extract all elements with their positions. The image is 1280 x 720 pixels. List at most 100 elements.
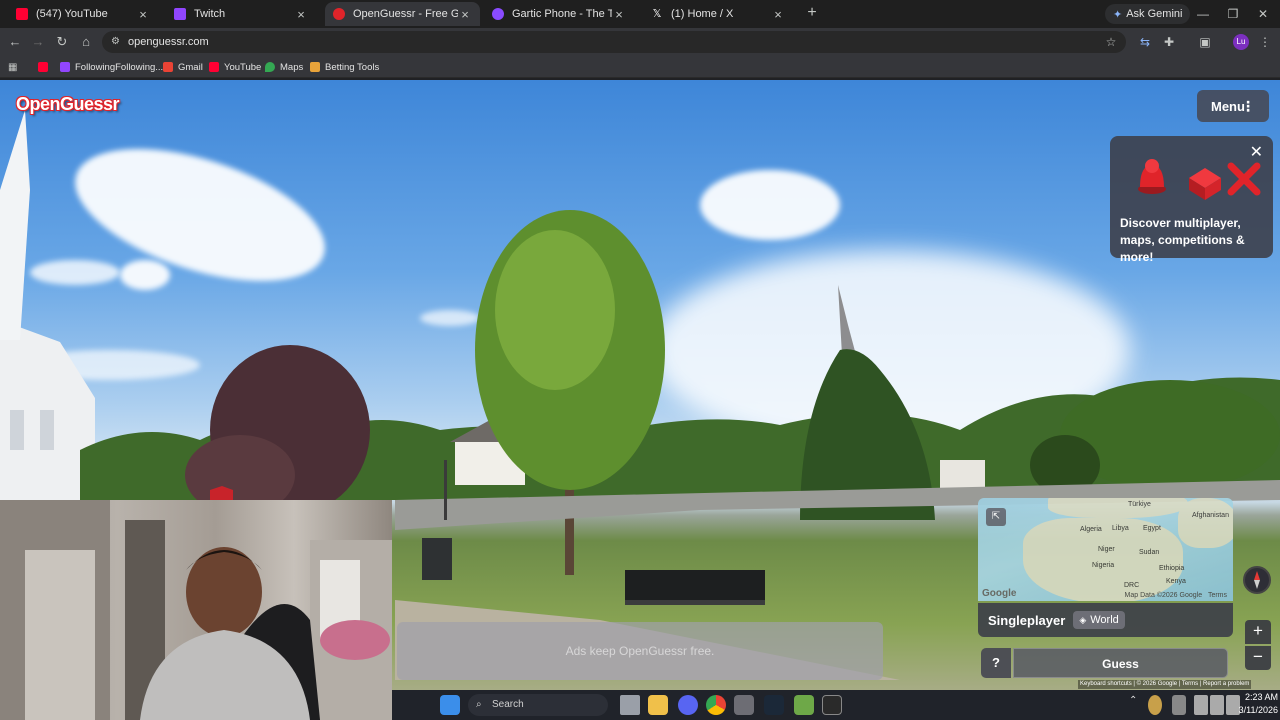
tab-title: Gartic Phone - The Telephone Game [512,8,612,20]
park-bench [625,570,765,605]
maps-icon [265,62,275,72]
chrome-icon[interactable] [706,695,726,715]
map-footer-links[interactable]: Keyboard shortcuts | © 2026 Google | Ter… [1078,680,1252,689]
more-menu-icon[interactable]: ⋮ [1255,32,1275,52]
close-icon[interactable]: × [458,7,472,22]
site-info-icon[interactable]: ⚙ [111,31,120,53]
openguessr-icon [333,8,345,20]
app-icon[interactable] [794,695,814,715]
file-explorer-icon[interactable] [648,695,668,715]
microphone-icon[interactable] [1172,695,1186,715]
task-view-icon[interactable] [620,695,640,715]
twitch-icon [174,8,186,20]
close-icon[interactable]: × [612,7,626,22]
tray-icon[interactable] [1148,695,1162,715]
extension-icon[interactable]: ⇆ [1135,32,1155,52]
compass-icon[interactable] [1243,566,1271,594]
map-name: World [1090,614,1119,626]
guess-controls: ? Guess [981,648,1231,678]
bookmark-label: FollowingFollowing... [75,61,164,73]
map-label: Afghanistan [1192,512,1229,519]
zoom-out-button[interactable]: − [1245,646,1271,670]
game-mode-label: Singleplayer [988,612,1066,628]
epic-games-icon[interactable] [822,695,842,715]
webcam-overlay [0,500,392,720]
address-bar[interactable]: ⚙ openguessr.com [102,31,1126,53]
puzzle-icon[interactable]: ✚ [1159,32,1179,52]
house [940,460,985,490]
browser-toolbar: ← → ↻ ⌂ ⚙ openguessr.com ☆ ⇆ ✚ ▣ Lu ⋮ [0,28,1280,56]
help-button[interactable]: ? [981,648,1011,678]
zoom-in-button[interactable]: + [1245,620,1271,644]
map-landmass [1178,498,1233,548]
bookmark-youtube[interactable]: YouTube [209,59,261,75]
tab-openguessr[interactable]: OpenGuessr - Free GeoGuessr Alternative … [325,2,480,26]
back-button[interactable]: ← [5,32,25,52]
close-icon[interactable]: × [294,7,308,22]
bookmark-star-icon[interactable]: ☆ [1101,32,1121,52]
forward-button[interactable]: → [28,32,48,52]
google-logo: Google [982,588,1017,599]
monument-spire [838,285,856,355]
openguessr-logo[interactable]: OpenGuessr [16,94,120,115]
menu-label: Menu [1211,98,1245,114]
search-label: Search [492,699,524,710]
display-icon[interactable] [1194,695,1208,715]
bookmark-betting-tools[interactable]: Betting Tools [310,59,379,75]
tab-title: (547) YouTube [36,8,108,20]
map-label: Nigeria [1092,562,1115,569]
apps-grid-icon[interactable]: ▦ [8,59,17,75]
tab-twitch[interactable]: Twitch × [166,2,316,26]
gemini-icon: ✦ [1113,8,1123,21]
reload-button[interactable]: ↻ [52,32,72,52]
game-mode-bar: Singleplayer ◈ World [978,603,1233,637]
bookmark-following[interactable]: FollowingFollowing... [60,59,163,75]
store-icon[interactable] [734,695,754,715]
windows-start-icon[interactable] [440,695,460,715]
more-vertical-icon: ⋮ [1241,98,1255,114]
bookmark-label: Betting Tools [325,61,380,73]
close-icon[interactable]: × [136,7,150,22]
bookmark-maps[interactable]: Maps [265,59,303,75]
bookmark-label: Gmail [178,61,203,73]
map-selector[interactable]: ◈ World [1073,611,1125,629]
trash-can [422,538,452,580]
map-label: Libya [1112,525,1129,532]
bookmark-gmail[interactable]: Gmail [163,59,203,75]
restore-button[interactable]: ❐ [1221,4,1245,24]
tab-youtube[interactable]: (547) YouTube × [8,2,158,26]
map-terms-link[interactable]: Terms [1208,592,1227,599]
map-label: Ethiopia [1159,565,1185,572]
tab-title: Twitch [194,8,226,20]
ask-gemini-button[interactable]: ✦ Ask Gemini [1105,4,1191,24]
search-icon: ⌕ [476,699,482,710]
youtube-icon [209,62,219,72]
bookmark-youtube-icon-only[interactable] [38,59,53,75]
map-label: Algeria [1080,526,1102,533]
expand-map-icon[interactable]: ⇱ [986,508,1006,526]
profile-avatar[interactable]: Lu [1233,34,1249,50]
menu-button[interactable]: Menu ⋮ [1197,90,1269,122]
home-icon[interactable]: ⌂ [76,32,96,52]
new-tab-button[interactable]: + [803,4,821,22]
tab-x-home[interactable]: 𝕏 (1) Home / X × [643,2,793,26]
church-window [40,410,54,450]
guess-button[interactable]: Guess [1013,648,1228,678]
promo-text: Discover multiplayer, maps, competitions… [1120,216,1245,264]
door [25,550,95,720]
system-clock[interactable]: 2:23 AM 3/11/2026 [1222,691,1278,717]
tab-title: OpenGuessr - Free GeoGuessr Alternative [353,8,458,20]
side-panel-icon[interactable]: ▣ [1195,32,1215,52]
tab-gartic-phone[interactable]: Gartic Phone - The Telephone Game × [484,2,634,26]
close-window-button[interactable]: ✕ [1251,4,1275,24]
webcam-scene [0,500,392,720]
guess-map[interactable]: Türkiye Afghanistan Algeria Libya Egypt … [978,498,1233,601]
taskbar-search[interactable]: ⌕ Search [468,694,608,716]
discord-icon[interactable] [678,695,698,715]
minimize-button[interactable]: — [1191,4,1215,24]
chevron-up-icon[interactable]: ⌃ [1129,695,1141,715]
close-icon[interactable]: × [771,7,785,22]
steam-icon[interactable] [764,695,784,715]
promo-card[interactable]: ✕ Discover multiplayer, maps, competitio… [1110,136,1273,264]
map-label: Kenya [1166,578,1186,585]
